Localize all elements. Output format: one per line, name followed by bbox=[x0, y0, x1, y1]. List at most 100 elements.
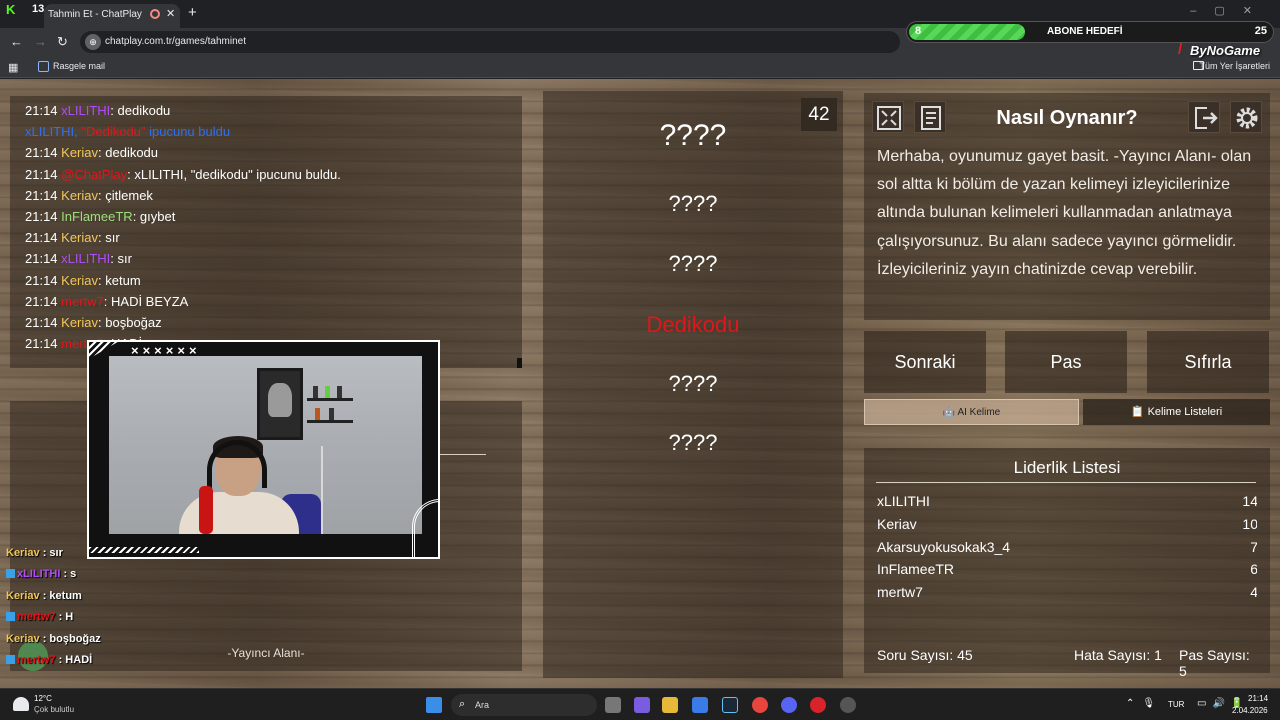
overlay-chat-message: Keriav : ketum bbox=[0, 590, 100, 611]
chat-username[interactable]: Keriav bbox=[61, 273, 98, 288]
overlay-text: : ketum bbox=[39, 589, 82, 602]
chat-text: xLILITHI, "dedikodu" ipucunu buldu. bbox=[134, 166, 341, 182]
chat-text: "Dedikodu" bbox=[81, 124, 146, 140]
chat-separator: : bbox=[110, 103, 118, 118]
microphone bbox=[199, 486, 213, 534]
leaderboard-panel: Liderlik Listesi xLILITHI 14 Keriav 10 Akars… bbox=[864, 448, 1270, 679]
kick-extension-icon[interactable]: K bbox=[6, 2, 15, 17]
chat-username[interactable]: Keriav bbox=[61, 188, 98, 203]
error-count: Hata Sayısı: 1 bbox=[1074, 647, 1162, 663]
chat-text: çitlemek bbox=[105, 187, 153, 203]
chat-text: gıybet bbox=[139, 209, 176, 225]
windows-taskbar: 12°C Çok bulutlu ⌕ Ara ⌃🎙 TUR ▭🔊🔋 21:14 … bbox=[0, 688, 1280, 720]
system-tray-icons[interactable]: ⌃🎙 bbox=[1126, 698, 1163, 709]
site-info-icon[interactable]: ⊕ bbox=[85, 34, 101, 50]
sponsor-logo: ByNoGame bbox=[1190, 43, 1261, 58]
apps-grid-icon[interactable]: ▦ bbox=[8, 61, 18, 74]
chat-username[interactable]: Keriav bbox=[61, 230, 98, 245]
store-icon[interactable] bbox=[692, 697, 708, 713]
hidden-word: ???? bbox=[668, 191, 718, 216]
tab-ai-word[interactable]: 🤖 AI Kelime bbox=[864, 399, 1079, 425]
taskbar-search[interactable]: ⌕ Ara bbox=[451, 694, 597, 716]
list-icon: 📋 bbox=[1130, 406, 1148, 418]
settings-gear-icon[interactable] bbox=[1230, 101, 1262, 133]
window-controls[interactable]: –▢✕ bbox=[1190, 4, 1270, 17]
overlay-text: : HADİ bbox=[55, 653, 93, 666]
chat-message: 21:14 Keriav: ketum bbox=[25, 270, 522, 291]
widgets-icon[interactable] bbox=[634, 697, 650, 713]
goal-target-count: 25 bbox=[1254, 25, 1267, 37]
clock-time[interactable]: 21:14 bbox=[1248, 694, 1268, 703]
tab-word-lists[interactable]: 📋 Kelime Listeleri bbox=[1083, 399, 1270, 425]
found-word: Dedikodu bbox=[646, 312, 740, 337]
chat-time: 21:14 bbox=[25, 315, 62, 331]
pass-button[interactable]: Pas bbox=[1005, 331, 1127, 393]
chat-text: HADİ BEYZA bbox=[111, 293, 189, 309]
leaderboard-list[interactable]: xLILITHI 14 Keriav 10 Akarsuyokusokak3_4 7 InF… bbox=[877, 490, 1257, 606]
chat-text: dedikodu bbox=[105, 145, 159, 161]
chat-username[interactable]: mertw7 bbox=[61, 294, 104, 309]
chat-username[interactable]: xLILITHI bbox=[61, 103, 110, 118]
app-icon[interactable] bbox=[810, 697, 826, 713]
exit-icon[interactable] bbox=[1188, 101, 1220, 133]
chat-username[interactable]: Keriav bbox=[61, 145, 98, 160]
obs-icon[interactable] bbox=[840, 697, 856, 713]
address-bar[interactable]: ⊕ chatplay.com.tr/games/tahminet bbox=[80, 31, 900, 53]
new-tab-icon[interactable]: + bbox=[188, 4, 197, 21]
next-button[interactable]: Sonraki bbox=[864, 331, 986, 393]
chat-suffix: ipucunu buldu bbox=[145, 124, 231, 140]
leaderboard-divider bbox=[876, 482, 1256, 483]
leaderboard-row: Keriav 10 bbox=[877, 513, 1257, 536]
back-icon[interactable]: ← bbox=[10, 34, 23, 49]
chat-message: 21:14 xLILITHI: dedikodu bbox=[25, 100, 522, 121]
start-menu-icon[interactable] bbox=[426, 697, 442, 713]
weather-description[interactable]: Çok bulutlu bbox=[34, 705, 74, 714]
chat-message: 21:14 Keriav: boşboğaz bbox=[25, 312, 522, 333]
chat-message: 21:14 mertw7: HADİ BEYZA bbox=[25, 291, 522, 312]
chrome-icon[interactable] bbox=[752, 697, 768, 713]
leaderboard-title: Liderlik Listesi bbox=[1013, 458, 1121, 477]
chat-time: 21:14 bbox=[25, 209, 62, 225]
overlay-username: mertw7 bbox=[17, 653, 56, 666]
webcam-video bbox=[109, 356, 422, 534]
subscriber-goal-bar: 8 ABONE HEDEFİ 25 bbox=[906, 21, 1274, 43]
leaderboard-name: xLILITHI bbox=[877, 493, 930, 509]
chat-message: 21:14 xLILITHI: sır bbox=[25, 248, 522, 269]
bookmark-random-mail[interactable]: Rasgele mail bbox=[53, 61, 105, 71]
chat-username[interactable]: InFlameeTR bbox=[61, 209, 133, 224]
hidden-word: ???? bbox=[668, 430, 718, 455]
weather-temperature[interactable]: 12°C bbox=[34, 694, 52, 703]
chat-username[interactable]: xLILITHI bbox=[61, 251, 110, 266]
goal-progress-fill bbox=[909, 24, 1025, 40]
overlay-chat-message: mertw7 : HADİ bbox=[0, 654, 100, 675]
reset-button[interactable]: Sıfırla bbox=[1147, 331, 1269, 393]
overlay-username: xLILITHI bbox=[17, 568, 61, 581]
search-icon: ⌕ bbox=[459, 698, 466, 710]
input-language[interactable]: TUR bbox=[1168, 700, 1184, 709]
reload-icon[interactable]: ↻ bbox=[57, 34, 68, 50]
chat-username[interactable]: Keriav bbox=[61, 315, 98, 330]
tab-close-icon[interactable]: ✕ bbox=[166, 7, 175, 20]
discord-icon[interactable] bbox=[781, 697, 797, 713]
shelf bbox=[307, 420, 353, 423]
url-text[interactable]: chatplay.com.tr/games/tahminet bbox=[105, 36, 246, 47]
how-to-play-panel: Nasıl Oynanır? Merhaba, oyunumuz gayet b… bbox=[864, 93, 1270, 320]
steam-icon[interactable] bbox=[722, 697, 738, 713]
weather-cloud-icon[interactable] bbox=[13, 697, 29, 711]
browser-tab[interactable]: Tahmin Et - ChatPlay ✕ bbox=[44, 4, 180, 28]
all-bookmarks-button[interactable]: Tüm Yer İşaretleri bbox=[1199, 61, 1270, 71]
clock-date[interactable]: 2.04.2026 bbox=[1232, 706, 1268, 715]
chat-username[interactable]: @ChatPlay bbox=[61, 167, 127, 182]
goal-label: ABONE HEDEFİ bbox=[1047, 26, 1123, 37]
forward-icon[interactable]: → bbox=[34, 34, 47, 49]
leaderboard-name: Keriav bbox=[877, 515, 917, 532]
bynogame-logo-icon: / bbox=[1178, 41, 1183, 58]
mail-bookmark-icon bbox=[38, 61, 49, 72]
chat-separator: : bbox=[110, 251, 118, 267]
chat-username[interactable]: xLILITHI bbox=[25, 124, 74, 139]
chat-scrollbar[interactable] bbox=[517, 358, 522, 368]
file-explorer-icon[interactable] bbox=[662, 697, 678, 713]
task-view-icon[interactable] bbox=[605, 697, 621, 713]
chat-text: boşboğaz bbox=[105, 315, 162, 331]
tab-title: Tahmin Et - ChatPlay bbox=[48, 9, 142, 20]
